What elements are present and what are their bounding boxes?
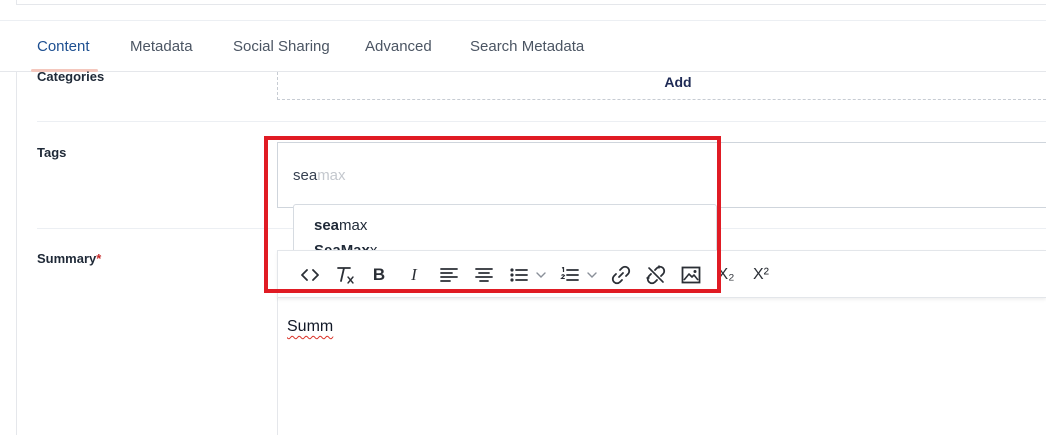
summary-label: Summary* bbox=[37, 251, 102, 266]
categories-add-button[interactable]: Add bbox=[278, 74, 1046, 90]
required-marker: * bbox=[96, 251, 102, 266]
tags-input-value: seamax bbox=[293, 167, 346, 184]
image-icon[interactable] bbox=[679, 263, 703, 287]
tab-metadata[interactable]: Metadata bbox=[130, 38, 193, 55]
italic-icon[interactable]: I bbox=[402, 263, 426, 287]
bulleted-list-icon[interactable] bbox=[507, 263, 551, 287]
bold-icon[interactable]: B bbox=[367, 263, 391, 287]
top-panel-edge bbox=[16, 0, 1046, 5]
tab-search-metadata[interactable]: Search Metadata bbox=[470, 38, 584, 55]
summary-editor-text[interactable]: Summ bbox=[287, 318, 333, 336]
tab-content[interactable]: Content bbox=[37, 38, 90, 55]
numbered-list-icon[interactable] bbox=[558, 263, 602, 287]
align-center-icon[interactable] bbox=[472, 263, 496, 287]
row-divider bbox=[37, 121, 1046, 122]
tab-advanced[interactable]: Advanced bbox=[365, 38, 432, 55]
unlink-icon[interactable] bbox=[644, 263, 668, 287]
source-code-icon[interactable] bbox=[298, 263, 322, 287]
clear-formatting-icon[interactable] bbox=[333, 263, 357, 287]
tab-bar: Content Metadata Social Sharing Advanced… bbox=[0, 20, 1046, 72]
categories-label: Categories bbox=[37, 69, 105, 84]
page: Content Metadata Social Sharing Advanced… bbox=[0, 0, 1046, 435]
subscript-icon[interactable]: X₂ bbox=[714, 263, 738, 287]
rich-text-toolbar: B I X₂ X² bbox=[277, 250, 1046, 298]
tab-social-sharing[interactable]: Social Sharing bbox=[233, 38, 330, 55]
content-left-border bbox=[16, 72, 17, 435]
tags-input[interactable]: seamax bbox=[277, 142, 1046, 208]
tags-autocomplete-hint: max bbox=[317, 167, 346, 184]
align-left-icon[interactable] bbox=[437, 263, 461, 287]
tag-suggestion-item[interactable]: SeaMaxx bbox=[314, 242, 377, 250]
link-icon[interactable] bbox=[609, 263, 633, 287]
superscript-icon[interactable]: X² bbox=[749, 263, 773, 287]
tags-label: Tags bbox=[37, 145, 67, 160]
editor-left-border bbox=[277, 298, 278, 435]
tag-suggestions-dropdown: seamax SeaMaxx bbox=[293, 204, 717, 250]
categories-add-area[interactable]: Add bbox=[277, 72, 1046, 100]
tag-suggestion-item[interactable]: seamax bbox=[314, 217, 367, 234]
